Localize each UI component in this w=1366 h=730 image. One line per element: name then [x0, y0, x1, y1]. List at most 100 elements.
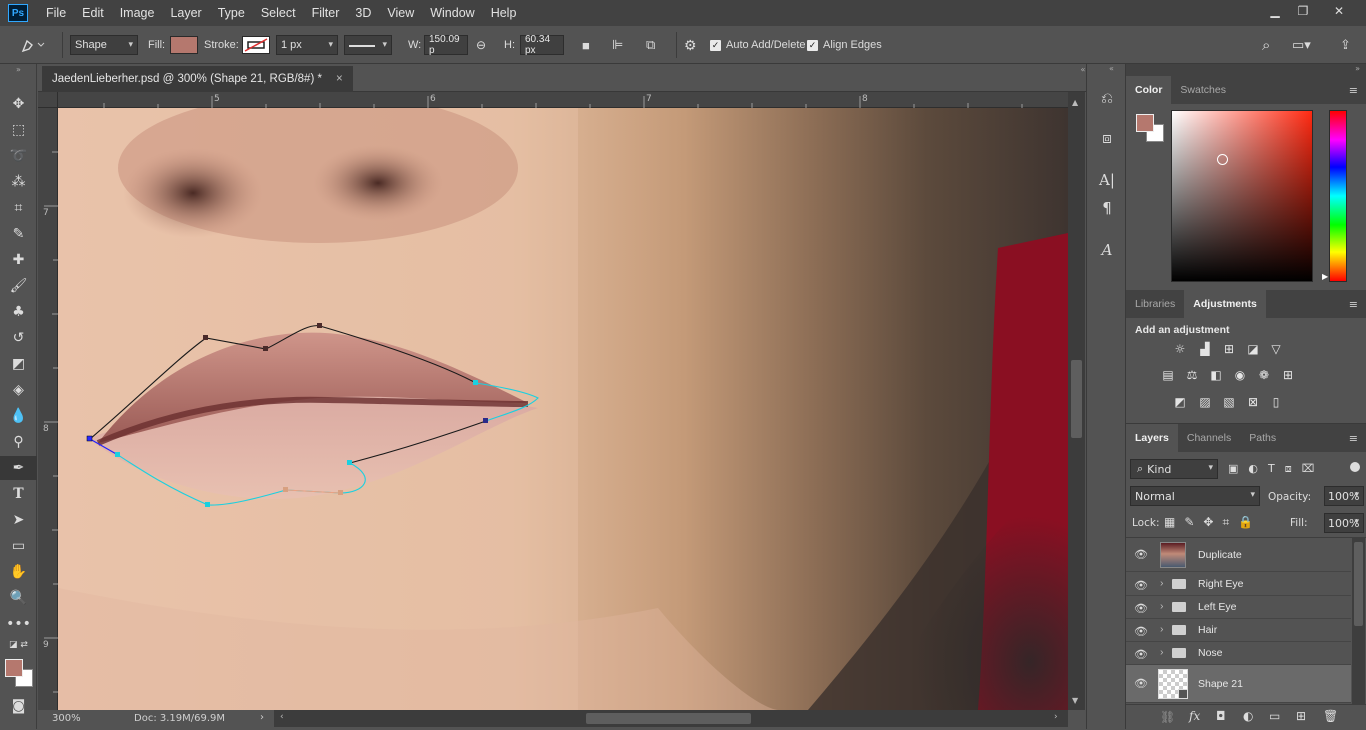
- chevron-right-icon[interactable]: ›: [1160, 577, 1164, 589]
- curves-icon[interactable]: ⊞: [1220, 341, 1238, 357]
- color-picker-marker[interactable]: [1217, 154, 1228, 165]
- stroke-width-select[interactable]: 1 px ▾: [276, 35, 338, 55]
- selective-color-icon[interactable]: ⊠: [1244, 394, 1262, 410]
- tab-channels[interactable]: Channels: [1178, 424, 1240, 452]
- eyedropper-tool-icon[interactable]: ✎: [0, 222, 37, 246]
- tab-paths[interactable]: Paths: [1240, 424, 1285, 452]
- history-brush-tool-icon[interactable]: ↺: [0, 326, 37, 350]
- layer-group-row[interactable]: 👁 › Left Eye: [1126, 596, 1351, 619]
- menu-filter[interactable]: Filter: [304, 0, 348, 26]
- channel-mixer-icon[interactable]: ❁: [1255, 367, 1273, 383]
- 3d-panel-icon[interactable]: ⧈: [1097, 128, 1117, 148]
- collapse-icon[interactable]: »: [0, 64, 37, 74]
- align-edges-checkbox[interactable]: ✓ Align Edges: [807, 26, 882, 64]
- type-tool-icon[interactable]: T: [0, 482, 37, 506]
- layer-filter-icons[interactable]: ▣◐T⧈⌧: [1228, 462, 1324, 476]
- dodge-tool-icon[interactable]: ⚲: [0, 430, 37, 454]
- status-menu-chevron-icon[interactable]: ›: [260, 712, 264, 723]
- eraser-tool-icon[interactable]: ◩: [0, 352, 37, 376]
- close-icon[interactable]: ✕: [1322, 0, 1356, 22]
- document-tab[interactable]: JaedenLieberher.psd @ 300% (Shape 21, RG…: [42, 66, 353, 92]
- menu-image[interactable]: Image: [112, 0, 163, 26]
- tab-layers[interactable]: Layers: [1126, 424, 1178, 452]
- path-selection-tool-icon[interactable]: ➤: [0, 508, 37, 532]
- path-alignment-icon[interactable]: ⊫: [612, 26, 623, 64]
- opacity-input[interactable]: 100% ▾: [1324, 486, 1364, 506]
- link-icon[interactable]: ⛓: [1160, 710, 1175, 724]
- invert-icon[interactable]: ◩: [1171, 394, 1189, 410]
- panel-menu-icon[interactable]: ≡: [1349, 432, 1358, 445]
- pen-tool-icon[interactable]: ✒: [0, 456, 37, 480]
- tab-libraries[interactable]: Libraries: [1126, 290, 1184, 318]
- hue-slider-marker-icon[interactable]: ▶: [1322, 272, 1328, 281]
- path-operations-icon[interactable]: ■: [582, 26, 590, 64]
- tool-mode-select[interactable]: Shape ▾: [70, 35, 138, 55]
- tab-adjustments[interactable]: Adjustments: [1184, 290, 1266, 318]
- layers-scrollbar[interactable]: [1352, 538, 1365, 704]
- marquee-tool-icon[interactable]: ⬚: [0, 118, 37, 142]
- scroll-down-icon[interactable]: ▼: [1072, 696, 1078, 705]
- menu-window[interactable]: Window: [422, 0, 482, 26]
- eye-icon[interactable]: 👁: [1134, 602, 1150, 615]
- fill-swatch[interactable]: [170, 36, 198, 54]
- gradient-map-icon[interactable]: ▯: [1267, 394, 1285, 410]
- menu-3d[interactable]: 3D: [347, 0, 379, 26]
- lasso-tool-icon[interactable]: ➰: [0, 144, 37, 168]
- crop-tool-icon[interactable]: ⌗: [0, 196, 37, 220]
- foreground-color-swatch[interactable]: [1136, 114, 1154, 132]
- stroke-swatch[interactable]: [242, 36, 270, 54]
- new-group-icon[interactable]: ▭: [1269, 709, 1280, 723]
- eye-icon[interactable]: 👁: [1134, 677, 1150, 690]
- menu-help[interactable]: Help: [483, 0, 525, 26]
- clone-stamp-tool-icon[interactable]: ♣: [0, 300, 37, 324]
- menu-file[interactable]: File: [38, 0, 74, 26]
- workspace-icon[interactable]: ▭▾: [1292, 26, 1311, 64]
- chevron-right-icon[interactable]: ›: [1160, 623, 1164, 635]
- brightness-icon[interactable]: ☼: [1171, 341, 1189, 357]
- scroll-right-icon[interactable]: ›: [1054, 712, 1058, 722]
- width-input[interactable]: 150.09 p: [424, 34, 468, 56]
- collapse-icon[interactable]: »: [1355, 64, 1360, 73]
- more-tools-icon[interactable]: •••: [0, 612, 37, 636]
- scroll-left-icon[interactable]: ‹: [280, 712, 284, 722]
- panel-menu-icon[interactable]: ≡: [1349, 84, 1358, 97]
- adjustment-layer-icon[interactable]: ◐: [1243, 709, 1253, 723]
- document-canvas[interactable]: [58, 108, 1068, 710]
- mask-icon[interactable]: ◘: [1216, 709, 1226, 723]
- glyphs-panel-icon[interactable]: A: [1097, 240, 1117, 260]
- pen-tool-preset-icon[interactable]: [18, 26, 46, 64]
- scroll-up-icon[interactable]: ▲: [1072, 98, 1078, 107]
- menu-layer[interactable]: Layer: [162, 0, 209, 26]
- gear-icon[interactable]: ⚙: [684, 26, 697, 64]
- lock-options-icons[interactable]: ▦✎✥⌗🔒: [1164, 515, 1262, 530]
- character-panel-icon[interactable]: A|: [1097, 170, 1117, 190]
- layer-group-row[interactable]: 👁 › Right Eye: [1126, 573, 1351, 596]
- tab-swatches[interactable]: Swatches: [1171, 76, 1235, 104]
- photo-filter-icon[interactable]: ◉: [1231, 367, 1249, 383]
- healing-brush-tool-icon[interactable]: ✚: [0, 248, 37, 272]
- threshold-icon[interactable]: ▧: [1220, 394, 1238, 410]
- fx-icon[interactable]: fx: [1189, 709, 1200, 723]
- horizontal-scrollbar[interactable]: ‹ ›: [274, 710, 1068, 727]
- stroke-type-select[interactable]: ▾: [344, 35, 392, 55]
- chevron-right-icon[interactable]: ›: [1160, 646, 1164, 658]
- layer-group-row[interactable]: 👁 › Nose: [1126, 642, 1351, 665]
- layers-scroll-thumb[interactable]: [1354, 542, 1363, 626]
- brush-tool-icon[interactable]: 🖌: [0, 274, 37, 298]
- swap-colors-icon[interactable]: ◪ ⇄: [0, 638, 37, 652]
- layer-row-selected[interactable]: 👁 Shape 21: [1126, 665, 1351, 703]
- vertical-scroll-thumb[interactable]: [1071, 360, 1082, 438]
- quick-selection-tool-icon[interactable]: ⁂: [0, 170, 37, 194]
- fill-input[interactable]: 100% ▾: [1324, 513, 1364, 533]
- hue-slider[interactable]: [1329, 110, 1347, 282]
- menu-type[interactable]: Type: [210, 0, 253, 26]
- color-field[interactable]: [1171, 110, 1313, 282]
- move-tool-icon[interactable]: ✥: [0, 92, 37, 116]
- path-arrangement-icon[interactable]: ⧉: [646, 26, 655, 64]
- trash-icon[interactable]: 🗑: [1323, 709, 1338, 723]
- horizontal-scroll-thumb[interactable]: [586, 713, 751, 724]
- zoom-tool-icon[interactable]: 🔍: [0, 586, 37, 610]
- share-icon[interactable]: ⇪: [1340, 26, 1351, 64]
- eye-icon[interactable]: 👁: [1134, 648, 1150, 661]
- color-balance-icon[interactable]: ⚖: [1183, 367, 1201, 383]
